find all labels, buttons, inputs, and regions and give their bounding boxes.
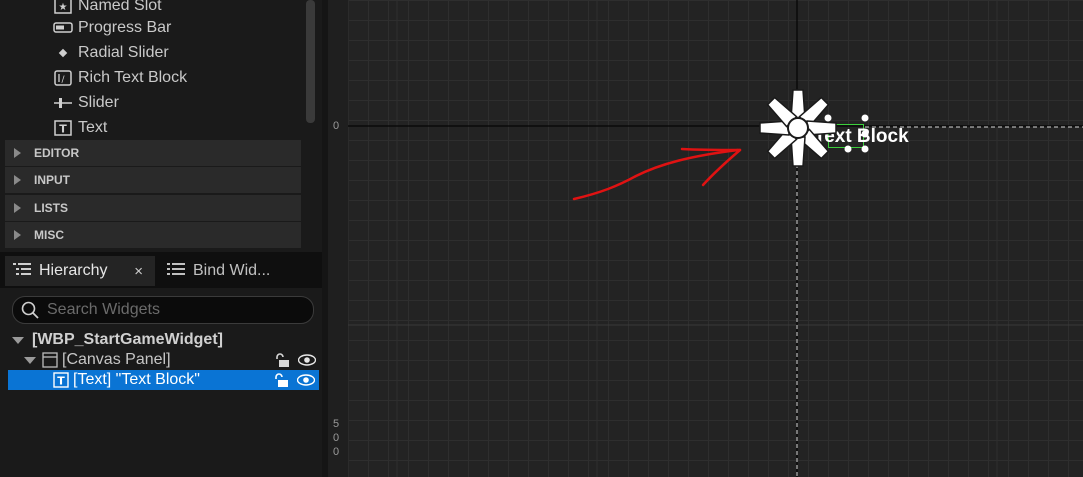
- category-label: INPUT: [34, 173, 70, 187]
- text-icon: T: [52, 119, 74, 136]
- tab-label: Bind Wid...: [193, 262, 271, 279]
- palette-item-slider[interactable]: Slider: [52, 90, 119, 115]
- slider-icon: [52, 97, 74, 109]
- close-icon[interactable]: ×: [134, 263, 143, 280]
- palette-item-rich-text-block[interactable]: / Rich Text Block: [52, 65, 187, 90]
- category-label: MISC: [34, 228, 64, 242]
- palette-item-label: Slider: [78, 93, 119, 111]
- palette-item-progress-bar[interactable]: Progress Bar: [52, 15, 171, 40]
- lock-icon[interactable]: [273, 372, 289, 388]
- svg-text:T: T: [57, 375, 65, 388]
- hierarchy-icon: [13, 262, 31, 281]
- lock-icon[interactable]: [274, 352, 290, 368]
- left-panel: ★ Named Slot Progress Bar Radial Slider …: [0, 0, 322, 477]
- search-icon: [21, 301, 39, 319]
- progress-bar-icon: [52, 21, 74, 34]
- palette-item-label: Progress Bar: [78, 18, 172, 36]
- category-input[interactable]: INPUT: [5, 167, 301, 193]
- tree-label: [Canvas Panel]: [62, 351, 171, 368]
- visibility-eye-icon[interactable]: [298, 354, 316, 366]
- row-actions: [273, 370, 315, 390]
- tab-hierarchy[interactable]: Hierarchy ×: [5, 256, 155, 286]
- anchor-icon[interactable]: [756, 86, 840, 170]
- search-input[interactable]: [45, 300, 299, 320]
- ruler-label: 5: [333, 418, 340, 430]
- category-misc[interactable]: MISC: [5, 222, 301, 248]
- palette-item-label: Named Slot: [78, 0, 162, 14]
- tab-bar: Hierarchy × Bind Wid...: [0, 252, 322, 288]
- expand-arrow-icon: [14, 148, 21, 158]
- tree-row-root[interactable]: [WBP_StartGameWidget]: [8, 330, 320, 350]
- tree-row-text-block[interactable]: T [Text] "Text Block": [8, 370, 319, 390]
- search-bar[interactable]: [12, 296, 314, 324]
- expand-arrow-icon: [14, 203, 21, 213]
- tab-label: Hierarchy: [39, 262, 108, 279]
- designer-canvas[interactable]: [328, 0, 1083, 477]
- named-slot-icon: ★: [52, 0, 74, 14]
- svg-text:T: T: [59, 122, 67, 135]
- collapse-arrow-icon[interactable]: [12, 336, 24, 344]
- tree-label: [Text] "Text Block": [73, 371, 200, 388]
- tab-bind-widgets[interactable]: Bind Wid...: [163, 256, 313, 286]
- palette-item-label: Rich Text Block: [78, 68, 188, 86]
- tree-row-canvas-panel[interactable]: [Canvas Panel]: [8, 350, 320, 370]
- category-label: EDITOR: [34, 146, 80, 160]
- palette-list: ★ Named Slot Progress Bar Radial Slider …: [0, 0, 304, 140]
- radial-slider-icon: [52, 47, 74, 59]
- svg-text:/: /: [61, 75, 65, 85]
- bind-widgets-icon: [167, 262, 185, 281]
- palette-item-text[interactable]: T Text: [52, 115, 107, 140]
- category-editor[interactable]: EDITOR: [5, 140, 301, 166]
- collapse-arrow-icon[interactable]: [24, 356, 36, 364]
- category-label: LISTS: [34, 201, 69, 215]
- rich-text-icon: /: [52, 69, 74, 86]
- vertical-ruler: 0 5 0 0: [328, 0, 349, 477]
- palette-item-label: Radial Slider: [78, 43, 169, 61]
- palette-scrollbar[interactable]: [306, 0, 315, 123]
- expand-arrow-icon: [14, 230, 21, 240]
- category-lists[interactable]: LISTS: [5, 195, 301, 221]
- palette-item-label: Text: [78, 118, 108, 136]
- ruler-label: 0: [333, 446, 340, 458]
- visibility-eye-icon[interactable]: [297, 374, 315, 386]
- row-actions: [274, 350, 316, 370]
- ruler-label: 0: [333, 120, 340, 132]
- palette-item-radial-slider[interactable]: Radial Slider: [52, 40, 169, 65]
- text-icon: T: [53, 372, 69, 388]
- expand-arrow-icon: [14, 175, 21, 185]
- tree-label: [WBP_StartGameWidget]: [32, 331, 223, 348]
- canvas-panel-icon: [42, 352, 58, 368]
- svg-text:★: ★: [59, 2, 68, 13]
- ruler-label: 0: [333, 432, 340, 444]
